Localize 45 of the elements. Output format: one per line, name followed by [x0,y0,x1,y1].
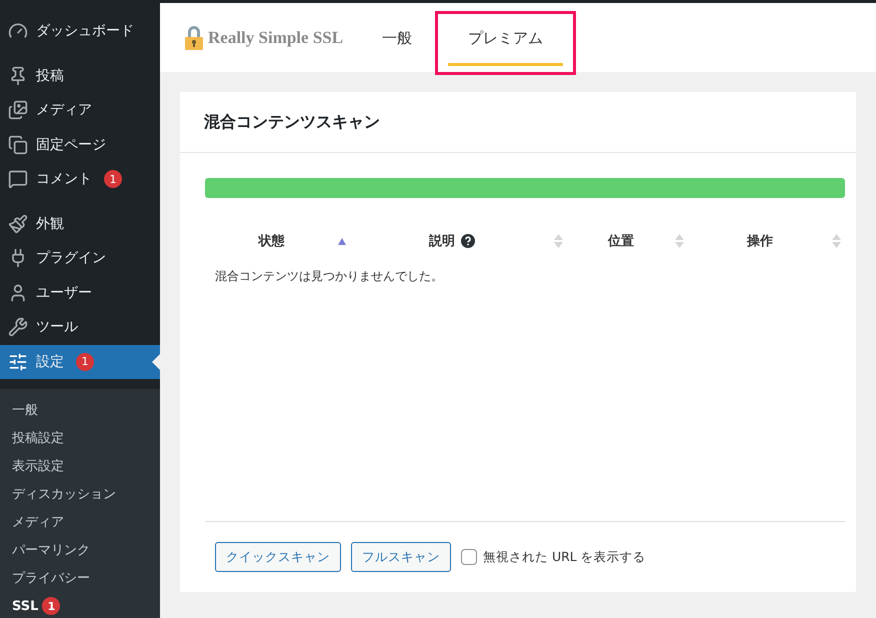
menu-item[interactable]: プラグイン [0,241,160,276]
scan-button[interactable]: フルスキャン [351,542,451,572]
empty-message: 混合コンテンツは見つかりませんでした。 [215,268,444,285]
sort-ascending-icon[interactable] [338,238,346,244]
column-header[interactable]: 状態 [258,232,284,250]
tab[interactable]: プレミアム [448,14,564,66]
checkbox[interactable] [461,549,477,565]
submenu-item[interactable]: プライバシー [0,564,160,592]
scan-button[interactable]: クイックスキャン [215,542,341,572]
submenu-item[interactable]: SSL 1 [0,592,160,618]
checkbox-label: 無視された URL を表示する [483,548,646,566]
card-title: 混合コンテンツスキャン [204,112,380,132]
submenu-item[interactable]: パーマリンク [0,536,160,564]
menu-item[interactable]: ツール [0,310,160,344]
submenu-item[interactable]: 一般 [0,396,160,424]
column-header[interactable]: 位置 [608,232,634,250]
menu-item[interactable]: メディア [0,93,160,128]
wrench-icon [8,317,28,338]
submenu-item[interactable]: ディスカッション [0,480,160,508]
paintbrush-icon [8,214,28,234]
tab[interactable]: 一般 [362,14,432,66]
menu-item[interactable]: ユーザー [0,276,160,310]
count-badge: 1 [42,597,60,615]
submenu-item[interactable]: メディア [0,508,160,536]
sort-icon[interactable] [675,233,684,249]
submenu-item[interactable]: 表示設定 [0,452,160,480]
speech-bubble-icon [8,169,28,190]
menu-item[interactable]: ダッシュボード [0,14,160,48]
column-header[interactable]: 操作 [747,232,773,250]
submenu-item[interactable]: 投稿設定 [0,424,160,452]
sliders-icon [8,352,28,372]
menu-item[interactable]: コメント 1 [0,162,160,196]
sort-icon[interactable] [554,233,564,249]
count-badge: 1 [76,352,94,371]
column-header[interactable]: 説明 [429,232,456,250]
count-badge: 1 [104,170,122,188]
images-icon [8,100,28,120]
pages-icon [8,134,28,155]
menu-item[interactable]: 投稿 [0,58,160,93]
menu-item[interactable]: 固定ページ [0,128,160,162]
menu-item[interactable]: 外観 [0,206,160,241]
sort-icon[interactable] [832,233,841,249]
logo-text: Really Simple SSL [208,28,344,48]
padlock-icon [184,24,204,50]
menu-item[interactable]: 設定 1 [0,344,160,379]
